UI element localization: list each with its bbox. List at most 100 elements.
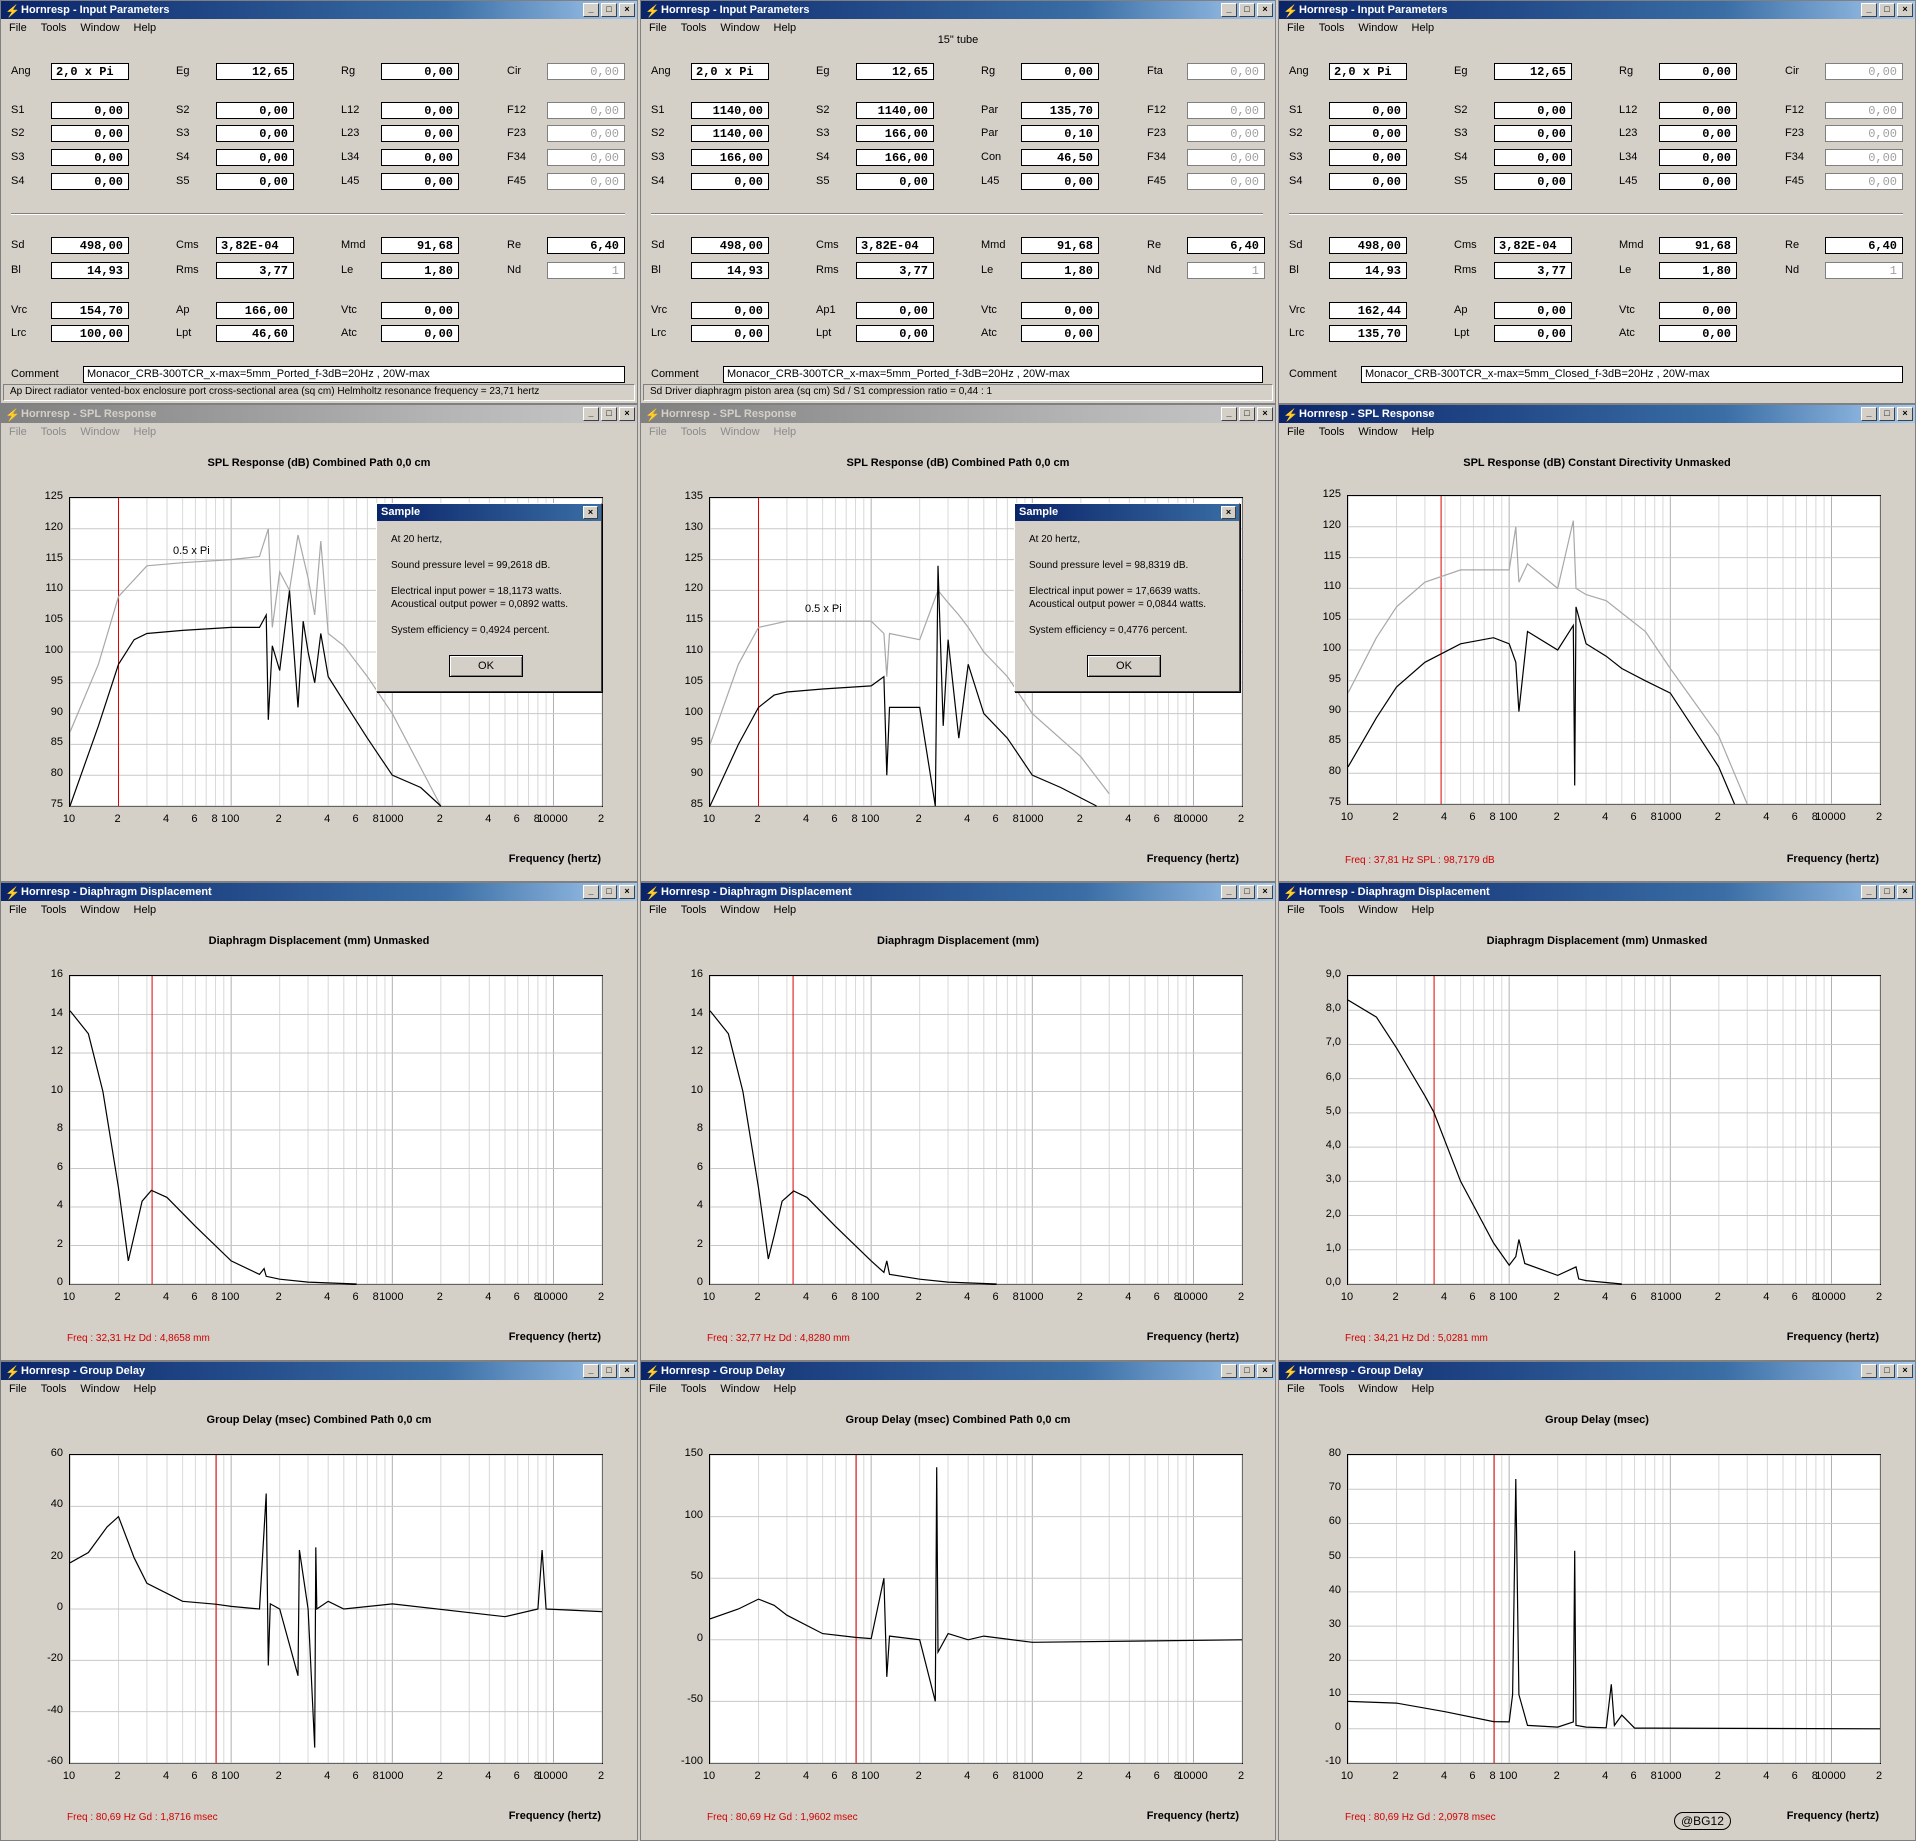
maximize-button[interactable]: □ bbox=[1239, 3, 1255, 17]
menu-file[interactable]: File bbox=[1287, 1380, 1305, 1398]
menu-tools[interactable]: Tools bbox=[681, 423, 707, 441]
param-field-s2[interactable]: 1140,00 bbox=[856, 102, 934, 119]
menu-window[interactable]: Window bbox=[1358, 901, 1397, 919]
plot-area[interactable] bbox=[709, 1454, 1243, 1764]
plot-area[interactable] bbox=[1347, 975, 1881, 1285]
param-field-s2[interactable]: 0,00 bbox=[1494, 102, 1572, 119]
menu-file[interactable]: File bbox=[9, 423, 27, 441]
maximize-button[interactable]: □ bbox=[601, 3, 617, 17]
menu-file[interactable]: File bbox=[649, 423, 667, 441]
minimize-button[interactable]: _ bbox=[1861, 1364, 1877, 1378]
comment-field[interactable]: Monacor_CRB-300TCR_x-max=5mm_Ported_f-3d… bbox=[723, 366, 1263, 383]
param-field-vtc[interactable]: 0,00 bbox=[1021, 302, 1099, 319]
param-field-cms[interactable]: 3,82E-04 bbox=[856, 237, 934, 254]
spl-window[interactable]: ⚡ Hornresp - SPL Response _ □ × File Tools Wind… bbox=[1278, 404, 1916, 882]
gd-window[interactable]: ⚡ Hornresp - Group Delay _ □ × File Tools Windo… bbox=[0, 1361, 638, 1841]
menu-help[interactable]: Help bbox=[134, 901, 157, 919]
param-field-mmd[interactable]: 91,68 bbox=[1021, 237, 1099, 254]
param-field-ang[interactable]: 2,0 x Pi bbox=[691, 63, 769, 80]
param-field-sd[interactable]: 498,00 bbox=[51, 237, 129, 254]
disp-window[interactable]: ⚡ Hornresp - Diaphragm Displacement _ □ × Fil… bbox=[0, 882, 638, 1361]
close-button[interactable]: × bbox=[619, 3, 635, 17]
menu-tools[interactable]: Tools bbox=[41, 423, 67, 441]
menu-tools[interactable]: Tools bbox=[41, 901, 67, 919]
param-field-vtc[interactable]: 0,00 bbox=[1659, 302, 1737, 319]
param-field-lpt[interactable]: 0,00 bbox=[856, 325, 934, 342]
param-field-l45[interactable]: 0,00 bbox=[1021, 173, 1099, 190]
param-field-le[interactable]: 1,80 bbox=[1021, 262, 1099, 279]
param-field-lrc[interactable]: 100,00 bbox=[51, 325, 129, 342]
close-button[interactable]: × bbox=[1257, 885, 1273, 899]
menu-help[interactable]: Help bbox=[774, 901, 797, 919]
close-button[interactable]: × bbox=[1897, 885, 1913, 899]
menu-tools[interactable]: Tools bbox=[1319, 423, 1345, 441]
dialog-close-button[interactable]: × bbox=[1221, 506, 1236, 519]
param-field-rms[interactable]: 3,77 bbox=[856, 262, 934, 279]
param-field-rms[interactable]: 3,77 bbox=[1494, 262, 1572, 279]
param-field-atc[interactable]: 0,00 bbox=[1021, 325, 1099, 342]
input-parameters-window[interactable]: ⚡ Hornresp - Input Parameters _ □ × File Tools… bbox=[640, 0, 1276, 404]
param-field-s2[interactable]: 1140,00 bbox=[691, 125, 769, 142]
maximize-button[interactable]: □ bbox=[601, 407, 617, 421]
menu-file[interactable]: File bbox=[9, 1380, 27, 1398]
menu-file[interactable]: File bbox=[649, 901, 667, 919]
param-field-par[interactable]: 135,70 bbox=[1021, 102, 1099, 119]
menu-help[interactable]: Help bbox=[774, 423, 797, 441]
maximize-button[interactable]: □ bbox=[1239, 407, 1255, 421]
menu-file[interactable]: File bbox=[9, 19, 27, 37]
param-field-vrc[interactable]: 0,00 bbox=[691, 302, 769, 319]
param-field-lrc[interactable]: 135,70 bbox=[1329, 325, 1407, 342]
param-field-eg[interactable]: 12,65 bbox=[216, 63, 294, 80]
menu-tools[interactable]: Tools bbox=[681, 1380, 707, 1398]
minimize-button[interactable]: _ bbox=[1221, 3, 1237, 17]
param-field-s3[interactable]: 0,00 bbox=[1329, 149, 1407, 166]
param-field-l23[interactable]: 0,00 bbox=[381, 125, 459, 142]
param-field-bl[interactable]: 14,93 bbox=[51, 262, 129, 279]
param-field-s4[interactable]: 0,00 bbox=[216, 149, 294, 166]
param-field-ap[interactable]: 166,00 bbox=[216, 302, 294, 319]
param-field-l12[interactable]: 0,00 bbox=[1659, 102, 1737, 119]
param-field-vtc[interactable]: 0,00 bbox=[381, 302, 459, 319]
close-button[interactable]: × bbox=[619, 1364, 635, 1378]
plot-area[interactable] bbox=[1347, 495, 1881, 805]
param-field-sd[interactable]: 498,00 bbox=[1329, 237, 1407, 254]
menu-help[interactable]: Help bbox=[1412, 1380, 1435, 1398]
param-field-le[interactable]: 1,80 bbox=[1659, 262, 1737, 279]
close-button[interactable]: × bbox=[1897, 3, 1913, 17]
param-field-atc[interactable]: 0,00 bbox=[1659, 325, 1737, 342]
plot-area[interactable] bbox=[69, 1454, 603, 1764]
close-button[interactable]: × bbox=[619, 885, 635, 899]
menu-file[interactable]: File bbox=[649, 1380, 667, 1398]
minimize-button[interactable]: _ bbox=[583, 1364, 599, 1378]
menu-window[interactable]: Window bbox=[1358, 423, 1397, 441]
param-field-s2[interactable]: 0,00 bbox=[216, 102, 294, 119]
param-field-s4[interactable]: 0,00 bbox=[1494, 149, 1572, 166]
param-field-con[interactable]: 46,50 bbox=[1021, 149, 1099, 166]
param-field-sd[interactable]: 498,00 bbox=[691, 237, 769, 254]
param-field-s3[interactable]: 0,00 bbox=[216, 125, 294, 142]
comment-field[interactable]: Monacor_CRB-300TCR_x-max=5mm_Ported_f-3d… bbox=[83, 366, 625, 383]
param-field-s1[interactable]: 0,00 bbox=[1329, 102, 1407, 119]
param-field-bl[interactable]: 14,93 bbox=[1329, 262, 1407, 279]
close-button[interactable]: × bbox=[1897, 407, 1913, 421]
close-button[interactable]: × bbox=[1897, 1364, 1913, 1378]
menu-window[interactable]: Window bbox=[720, 901, 759, 919]
menu-window[interactable]: Window bbox=[1358, 1380, 1397, 1398]
param-field-l12[interactable]: 0,00 bbox=[381, 102, 459, 119]
menu-window[interactable]: Window bbox=[1358, 19, 1397, 37]
param-field-s4[interactable]: 0,00 bbox=[51, 173, 129, 190]
param-field-bl[interactable]: 14,93 bbox=[691, 262, 769, 279]
disp-window[interactable]: ⚡ Hornresp - Diaphragm Displacement _ □ × Fil… bbox=[640, 882, 1276, 1361]
param-field-s5[interactable]: 0,00 bbox=[1494, 173, 1572, 190]
param-field-ap1[interactable]: 0,00 bbox=[856, 302, 934, 319]
param-field-s3[interactable]: 0,00 bbox=[1494, 125, 1572, 142]
maximize-button[interactable]: □ bbox=[1879, 885, 1895, 899]
param-field-lrc[interactable]: 0,00 bbox=[691, 325, 769, 342]
param-field-re[interactable]: 6,40 bbox=[547, 237, 625, 254]
menu-help[interactable]: Help bbox=[774, 1380, 797, 1398]
plot-area[interactable] bbox=[69, 975, 603, 1285]
param-field-rms[interactable]: 3,77 bbox=[216, 262, 294, 279]
menu-help[interactable]: Help bbox=[1412, 901, 1435, 919]
gd-window[interactable]: ⚡ Hornresp - Group Delay _ □ × File Tools Windo… bbox=[640, 1361, 1276, 1841]
menu-file[interactable]: File bbox=[9, 901, 27, 919]
